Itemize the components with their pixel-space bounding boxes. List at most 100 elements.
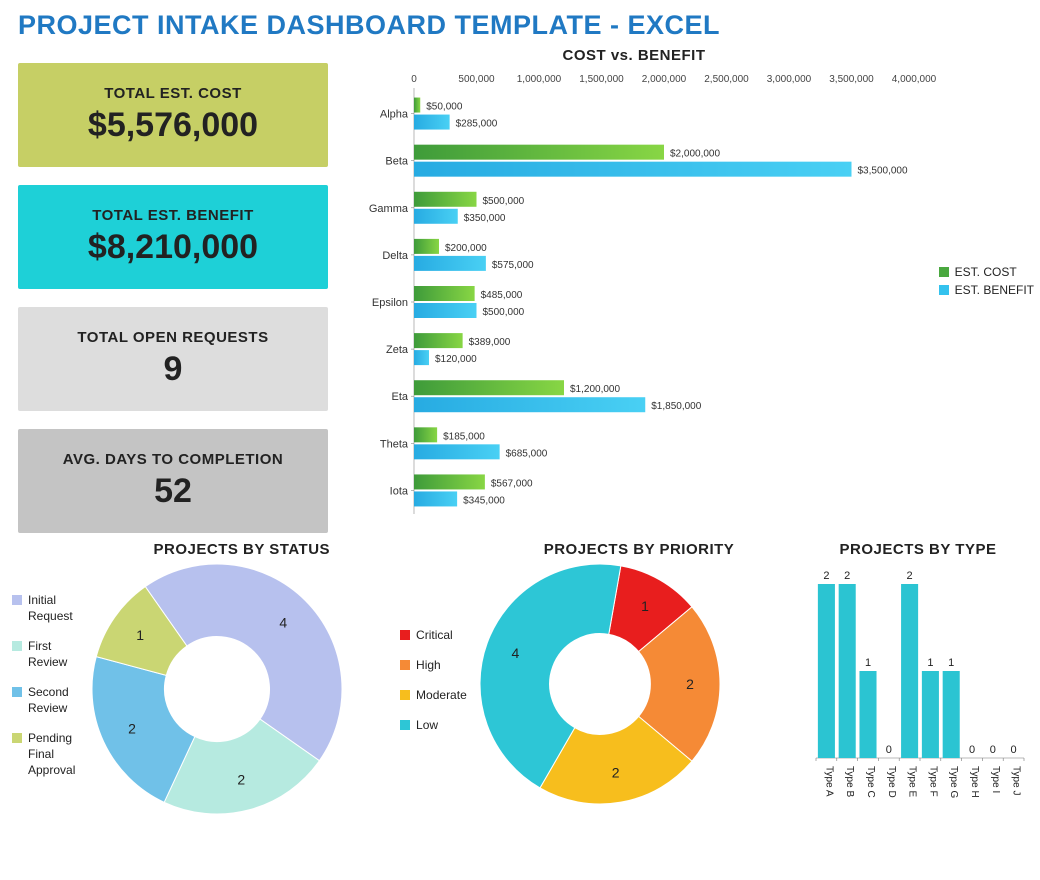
status-legend: Initial Request First Review Second Review…	[12, 592, 92, 792]
svg-text:2: 2	[844, 570, 850, 582]
svg-text:$3,500,000: $3,500,000	[858, 166, 908, 177]
svg-text:Iota: Iota	[390, 485, 409, 497]
chart-title: PROJECTS BY STATUS	[12, 541, 390, 558]
svg-text:$575,000: $575,000	[492, 260, 534, 271]
bottom-row: PROJECTS BY STATUS Initial Request First …	[0, 533, 1040, 819]
svg-text:$345,000: $345,000	[463, 495, 505, 506]
kpi-label: TOTAL EST. COST	[104, 85, 242, 102]
svg-text:$500,000: $500,000	[483, 307, 525, 318]
priority-donut-chart: 1224	[480, 564, 720, 809]
svg-text:0: 0	[1011, 744, 1017, 756]
svg-text:Alpha: Alpha	[380, 109, 409, 121]
svg-text:$285,000: $285,000	[456, 119, 498, 130]
svg-text:Zeta: Zeta	[386, 344, 409, 356]
svg-text:1,000,000: 1,000,000	[517, 74, 562, 85]
svg-text:3,000,000: 3,000,000	[767, 74, 812, 85]
svg-text:$120,000: $120,000	[435, 354, 477, 365]
cost-vs-benefit-legend: EST. COST EST. BENEFIT	[939, 263, 1034, 299]
svg-text:$567,000: $567,000	[491, 478, 533, 489]
svg-text:Type I: Type I	[990, 766, 1001, 793]
svg-text:0: 0	[411, 74, 417, 85]
svg-text:Gamma: Gamma	[369, 203, 409, 215]
legend-item: Moderate	[400, 687, 480, 703]
kpi-avg-days: AVG. DAYS TO COMPLETION 52	[18, 429, 328, 533]
kpi-value: 9	[164, 350, 183, 389]
svg-text:$389,000: $389,000	[469, 337, 511, 348]
type-bar-chart: 2 Type A 2 Type B 1 Type C 0 Type D 2 Type E 1 Type…	[808, 564, 1028, 814]
legend-item: EST. BENEFIT	[955, 281, 1034, 299]
svg-text:2,000,000: 2,000,000	[642, 74, 687, 85]
top-row: TOTAL EST. COST $5,576,000 TOTAL EST. BE…	[0, 47, 1040, 533]
kpi-value: 52	[154, 472, 192, 511]
svg-text:0: 0	[990, 744, 996, 756]
kpi-value: $5,576,000	[88, 106, 258, 145]
svg-text:2: 2	[907, 570, 913, 582]
legend-item: First Review	[12, 638, 92, 670]
svg-text:Theta: Theta	[380, 438, 409, 450]
legend-item: Second Review	[12, 684, 92, 716]
projects-by-priority-panel: PROJECTS BY PRIORITY CriticalHighModerat…	[400, 541, 798, 819]
chart-title: PROJECTS BY TYPE	[808, 541, 1028, 558]
svg-text:0: 0	[886, 744, 892, 756]
svg-text:1: 1	[865, 657, 871, 669]
svg-text:Type A: Type A	[823, 766, 834, 797]
svg-text:1: 1	[927, 657, 933, 669]
svg-text:1: 1	[948, 657, 954, 669]
kpi-open-requests: TOTAL OPEN REQUESTS 9	[18, 307, 328, 411]
svg-text:Type C: Type C	[865, 766, 876, 798]
projects-by-type-panel: PROJECTS BY TYPE 2Type A2Type B1Type C0T…	[808, 541, 1028, 819]
legend-item: Pending Final Approval	[12, 730, 92, 778]
svg-text:$185,000: $185,000	[443, 431, 485, 442]
svg-text:$485,000: $485,000	[481, 290, 523, 301]
svg-text:$2,000,000: $2,000,000	[670, 149, 720, 160]
chart-title: PROJECTS BY PRIORITY	[400, 541, 798, 558]
svg-text:2,500,000: 2,500,000	[704, 74, 749, 85]
svg-text:$50,000: $50,000	[426, 102, 463, 113]
kpi-label: TOTAL OPEN REQUESTS	[77, 329, 268, 346]
svg-text:4: 4	[512, 645, 520, 661]
svg-text:Epsilon: Epsilon	[372, 297, 408, 309]
svg-text:Type E: Type E	[907, 766, 918, 797]
kpi-total-benefit: TOTAL EST. BENEFIT $8,210,000	[18, 185, 328, 289]
svg-text:Type D: Type D	[886, 766, 897, 798]
svg-text:Type H: Type H	[969, 766, 980, 798]
svg-text:2: 2	[686, 676, 694, 692]
svg-text:Type B: Type B	[844, 766, 855, 797]
svg-text:1,500,000: 1,500,000	[579, 74, 624, 85]
kpi-label: AVG. DAYS TO COMPLETION	[63, 451, 283, 468]
svg-text:Type F: Type F	[927, 766, 938, 797]
legend-item: Initial Request	[12, 592, 92, 624]
svg-text:Beta: Beta	[385, 156, 409, 168]
svg-text:0: 0	[969, 744, 975, 756]
projects-by-status-panel: PROJECTS BY STATUS Initial Request First …	[12, 541, 390, 819]
svg-text:1: 1	[136, 627, 144, 643]
svg-text:Type J: Type J	[1011, 766, 1022, 795]
svg-text:4,000,000: 4,000,000	[892, 74, 937, 85]
svg-text:$685,000: $685,000	[506, 448, 548, 459]
chart-title: COST vs. BENEFIT	[234, 47, 1034, 64]
svg-text:$1,850,000: $1,850,000	[651, 401, 701, 412]
svg-text:Eta: Eta	[391, 391, 408, 403]
legend-item: EST. COST	[955, 263, 1017, 281]
legend-item: High	[400, 657, 480, 673]
legend-item: Low	[400, 717, 480, 733]
kpi-label: TOTAL EST. BENEFIT	[92, 207, 254, 224]
svg-text:$500,000: $500,000	[483, 196, 525, 207]
status-donut-chart: 4221	[92, 564, 342, 819]
svg-text:$350,000: $350,000	[464, 213, 506, 224]
svg-text:2: 2	[823, 570, 829, 582]
svg-text:$1,200,000: $1,200,000	[570, 384, 620, 395]
kpi-total-cost: TOTAL EST. COST $5,576,000	[18, 63, 328, 167]
svg-text:Delta: Delta	[382, 250, 409, 262]
page-title: PROJECT INTAKE DASHBOARD TEMPLATE - EXCE…	[0, 0, 1040, 47]
svg-text:2: 2	[128, 721, 136, 737]
svg-text:2: 2	[237, 772, 245, 788]
svg-text:3,500,000: 3,500,000	[829, 74, 874, 85]
cost-vs-benefit-chart: 0 500,000 1,000,000 1,500,000 2,000,000 2,500…	[354, 66, 1034, 522]
cost-vs-benefit-panel: COST vs. BENEFIT 0500,0001,000,0001,500,…	[328, 47, 1034, 533]
svg-text:1: 1	[641, 598, 649, 614]
kpi-value: $8,210,000	[88, 228, 258, 267]
kpi-cards: TOTAL EST. COST $5,576,000 TOTAL EST. BE…	[18, 47, 328, 533]
svg-text:500,000: 500,000	[458, 74, 495, 85]
priority-legend: CriticalHighModerateLow	[400, 627, 480, 747]
